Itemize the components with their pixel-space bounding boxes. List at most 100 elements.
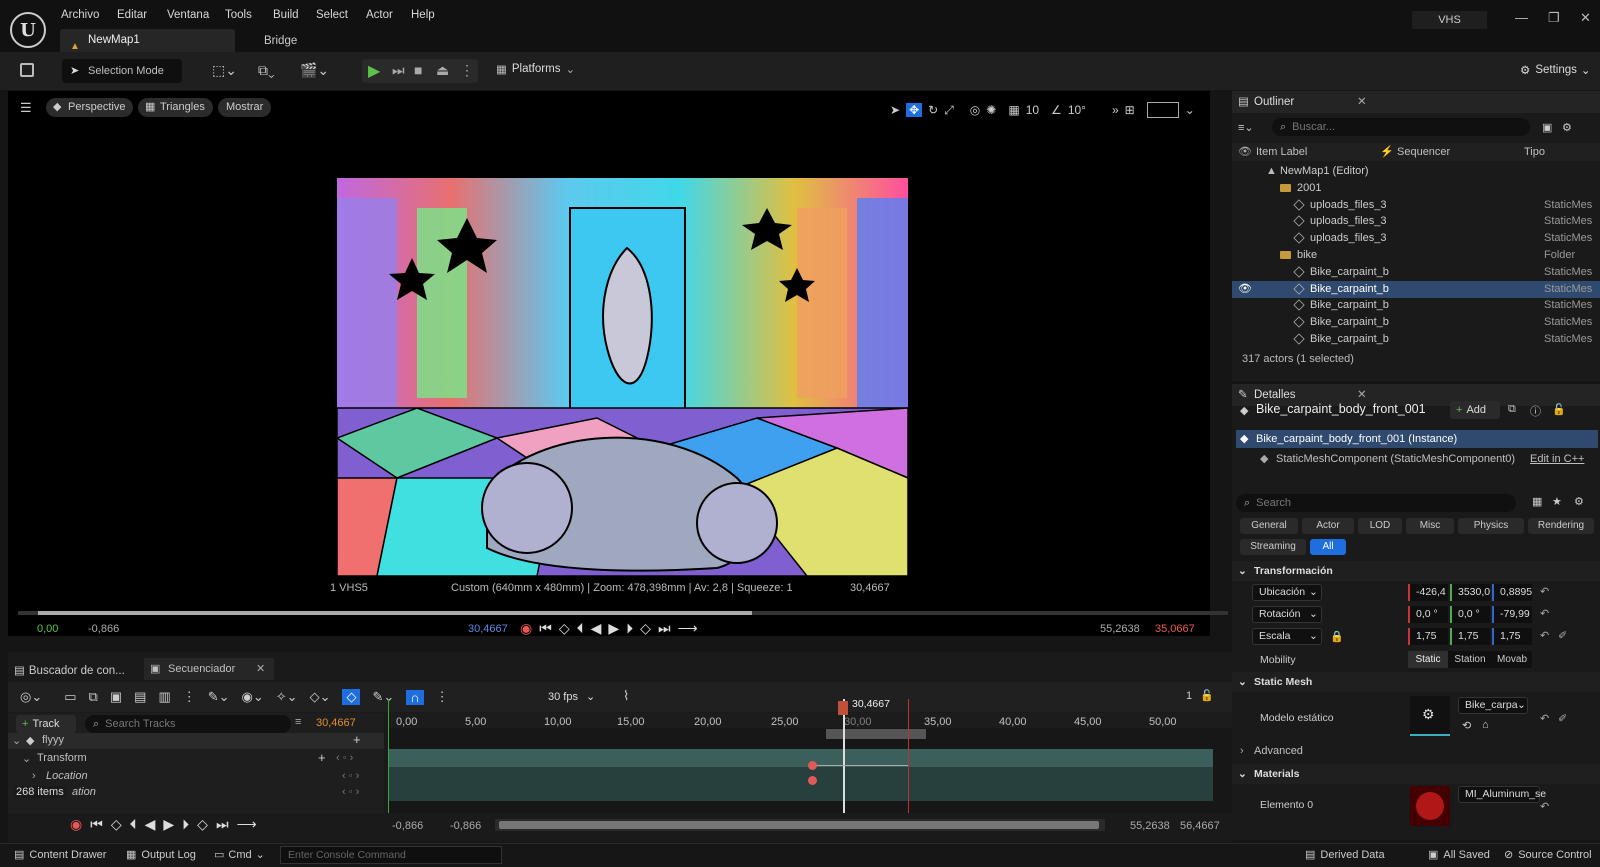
- record-icon[interactable]: ◉: [70, 816, 82, 833]
- outliner-row[interactable]: ▲ NewMap1 (Editor): [1232, 163, 1600, 180]
- working-range-end[interactable]: 56,4667: [1180, 820, 1220, 832]
- key-icon[interactable]: ◇⌄: [310, 689, 331, 705]
- layout-icon[interactable]: ⊞: [1125, 103, 1135, 117]
- record-icon[interactable]: ◉: [520, 620, 532, 637]
- edit-cpp-link[interactable]: Edit in C++: [1530, 450, 1584, 468]
- start-time[interactable]: 0,00: [37, 623, 58, 635]
- mobility-stationary[interactable]: Station: [1450, 651, 1490, 668]
- add-folder-icon[interactable]: ▣: [1542, 121, 1552, 134]
- browse-icon[interactable]: ⟲: [1462, 719, 1471, 732]
- add-track-button[interactable]: + Track: [16, 715, 76, 733]
- cinematics-icon[interactable]: 🎬⌄: [300, 62, 329, 79]
- expand-icon[interactable]: ⌄: [12, 734, 21, 747]
- next-key-icon[interactable]: ◇: [197, 816, 208, 833]
- object-name[interactable]: Bike_carpaint_body_front_001: [1256, 402, 1426, 416]
- track-row-transform[interactable]: ⌄ Transform + ‹ ◦ ›: [8, 750, 384, 767]
- cat-misc[interactable]: Misc: [1406, 518, 1454, 534]
- play-icon[interactable]: ▶: [608, 620, 619, 637]
- viewport-playback-slider[interactable]: [18, 611, 1228, 615]
- cat-actor[interactable]: Actor: [1302, 518, 1354, 534]
- star-icon[interactable]: ★: [1552, 495, 1562, 508]
- location-section-bar[interactable]: [388, 767, 1213, 801]
- key-nav-icon[interactable]: ‹ ◦ ›: [342, 770, 359, 782]
- add-icon[interactable]: +: [318, 750, 326, 765]
- lock-icon[interactable]: 🔓: [1200, 689, 1214, 702]
- selection-range[interactable]: [826, 729, 926, 739]
- tab-newmap1[interactable]: ▲ NewMap1: [60, 29, 235, 52]
- location-x[interactable]: -426,4: [1408, 584, 1448, 601]
- add-component-button[interactable]: + Add: [1450, 401, 1500, 419]
- out-time[interactable]: 55,2638: [1100, 623, 1140, 635]
- column-type[interactable]: Tipo: [1524, 143, 1545, 161]
- reset-icon[interactable]: ↶: [1540, 712, 1549, 725]
- table-view-icon[interactable]: ▦: [1532, 495, 1542, 508]
- menu-tools[interactable]: Tools: [225, 9, 252, 21]
- step-forward-icon[interactable]: ⏵: [182, 816, 189, 833]
- collapse-icon[interactable]: ›: [32, 770, 36, 782]
- rotation-z[interactable]: -79,99: [1492, 606, 1532, 623]
- sequencer-current-time[interactable]: 30,4667: [316, 717, 356, 729]
- show-button[interactable]: Mostrar: [218, 98, 272, 117]
- blueprint-icon[interactable]: ⧉: [1508, 403, 1516, 416]
- rotation-x[interactable]: 0,0 °: [1408, 606, 1448, 623]
- find-asset-icon[interactable]: ⌂: [1482, 719, 1489, 731]
- outliner-row[interactable]: Bike_carpaint_b StaticMes: [1232, 314, 1600, 331]
- reset-icon[interactable]: ↶: [1540, 800, 1549, 813]
- gear-icon[interactable]: ⚙: [1574, 495, 1584, 508]
- add-actor-icon[interactable]: ⬚⌄: [212, 62, 237, 79]
- unreal-logo[interactable]: U: [10, 12, 46, 48]
- chevron-down-icon[interactable]: ⌄: [1185, 103, 1195, 117]
- save-as-icon[interactable]: ⧉: [89, 689, 98, 705]
- perspective-button[interactable]: ◆ Perspective: [46, 98, 134, 117]
- mobility-static[interactable]: Static: [1408, 651, 1448, 668]
- hamburger-icon[interactable]: ☰: [20, 100, 32, 116]
- outliner-row[interactable]: Bike_carpaint_b StaticMes: [1232, 297, 1600, 314]
- location-dropdown[interactable]: Ubicación ⌄: [1252, 584, 1322, 601]
- cat-physics[interactable]: Physics: [1458, 518, 1524, 534]
- save-icon[interactable]: [20, 63, 34, 77]
- step-back-icon[interactable]: ⏴: [577, 620, 584, 637]
- scale-tool-icon[interactable]: ⤢: [944, 103, 954, 118]
- scale-z[interactable]: 1,75: [1492, 628, 1532, 645]
- close-icon[interactable]: ✕: [1357, 91, 1367, 113]
- working-range-start[interactable]: -0,866: [450, 820, 481, 832]
- reset-icon[interactable]: ↶: [1540, 607, 1549, 620]
- location-z[interactable]: 0,8895: [1492, 584, 1532, 601]
- scrollbar-thumb[interactable]: [499, 821, 1099, 829]
- all-saved-button[interactable]: ▣ All Saved: [1428, 848, 1490, 862]
- key-nav-icon[interactable]: ‹ ◦ ›: [336, 752, 353, 764]
- end-time[interactable]: 35,0667: [1155, 623, 1195, 635]
- keyframe[interactable]: [808, 776, 817, 785]
- section-static-mesh[interactable]: ⌄ Static Mesh: [1232, 672, 1600, 692]
- view-mode-button[interactable]: ▦ Triangles: [138, 98, 213, 117]
- outliner-row[interactable]: bike Folder: [1232, 247, 1600, 264]
- render-icon[interactable]: ▥: [158, 689, 170, 705]
- eye-icon[interactable]: 👁: [1238, 143, 1252, 161]
- view-range-start[interactable]: -0,866: [392, 820, 423, 832]
- outliner-row[interactable]: 👁 Bike_carpaint_b StaticMes: [1232, 280, 1600, 298]
- aspect-icon[interactable]: [1146, 102, 1179, 118]
- key-nav-icon[interactable]: ‹ ◦ ›: [342, 786, 359, 798]
- selection-mode-dropdown[interactable]: ➤ Selection Mode ⌄: [62, 59, 182, 101]
- angle-snap-icon[interactable]: ∠: [1051, 103, 1062, 117]
- current-time[interactable]: 30,4667: [468, 623, 508, 635]
- expand-icon[interactable]: ⌄: [22, 752, 31, 765]
- in-time[interactable]: -0,866: [88, 623, 119, 635]
- loop-icon[interactable]: ⟶: [237, 816, 257, 833]
- column-sequencer[interactable]: Sequencer: [1397, 143, 1450, 161]
- add-icon[interactable]: +: [353, 732, 361, 747]
- section-materials[interactable]: ⌄ Materials: [1232, 764, 1600, 784]
- menu-actor[interactable]: Actor: [366, 9, 393, 21]
- section-transform[interactable]: ⌄ Transformación: [1232, 561, 1600, 581]
- go-end-icon[interactable]: ⏭: [658, 620, 671, 637]
- cat-streaming[interactable]: Streaming: [1240, 539, 1306, 555]
- more-icon[interactable]: ⋮: [460, 62, 474, 79]
- console-input[interactable]: Enter Console Command: [280, 846, 502, 864]
- section-advanced[interactable]: › Advanced: [1232, 742, 1600, 760]
- minimize-icon[interactable]: —: [1515, 10, 1528, 25]
- rotate-tool-icon[interactable]: ↻: [928, 103, 938, 117]
- world-icon[interactable]: ◎⌄: [20, 689, 42, 705]
- go-start-icon[interactable]: ⏮: [90, 816, 103, 833]
- menu-editar[interactable]: Editar: [117, 9, 147, 21]
- scale-x[interactable]: 1,75: [1408, 628, 1448, 645]
